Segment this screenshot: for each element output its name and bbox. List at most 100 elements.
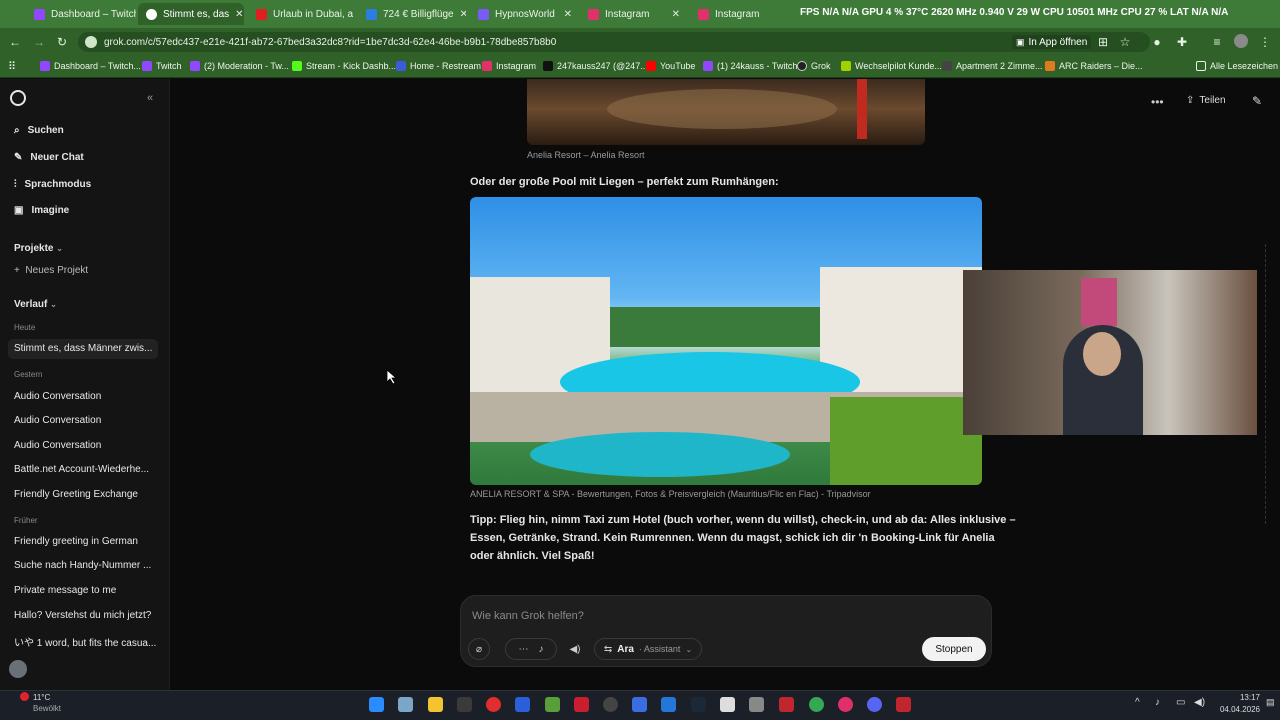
resort-image-top[interactable] bbox=[527, 79, 925, 145]
tab-urlaub-dubai[interactable]: Urlaub in Dubai, a✕ bbox=[248, 3, 356, 25]
forward-icon[interactable]: → bbox=[32, 35, 46, 49]
bookmark-star-icon[interactable]: ☆ bbox=[1118, 35, 1132, 49]
chrome-icon[interactable] bbox=[809, 697, 824, 712]
history-chat-item[interactable]: Hallo? Verstehst du mich jetzt? bbox=[14, 610, 151, 621]
bookmark-item[interactable]: Instagram bbox=[482, 61, 536, 71]
all-bookmarks-folder[interactable]: Alle Lesezeichen bbox=[1196, 61, 1278, 71]
sidebar-search[interactable]: ⌕ Suchen bbox=[14, 125, 64, 136]
menu-dots-icon[interactable]: ⋮ bbox=[1258, 35, 1272, 49]
close-tab-icon[interactable]: ✕ bbox=[460, 9, 466, 20]
bookmark-item[interactable]: Grok bbox=[797, 61, 831, 71]
obs-icon[interactable] bbox=[603, 697, 618, 712]
sidebar-imagine[interactable]: ▣ Imagine bbox=[14, 205, 69, 216]
translate-icon[interactable]: ⊞ bbox=[1096, 35, 1110, 49]
close-tab-icon[interactable]: ✕ bbox=[564, 9, 572, 20]
app-gray-icon[interactable] bbox=[749, 697, 764, 712]
tab-instagram-1[interactable]: Instagram ✕ bbox=[580, 3, 688, 25]
app-red2-icon[interactable] bbox=[574, 697, 589, 712]
collapse-sidebar-icon[interactable]: « bbox=[147, 92, 153, 104]
tab-instagram-2[interactable]: Instagram bbox=[690, 3, 798, 25]
grok-logo-icon[interactable] bbox=[10, 90, 26, 106]
history-chat-item[interactable]: Friendly Greeting Exchange bbox=[14, 489, 138, 500]
speaker-button[interactable]: ◀) bbox=[564, 638, 586, 660]
projects-header[interactable]: Projekte ⌄ bbox=[14, 243, 63, 254]
voice-input-button[interactable]: ⋯ ♪ bbox=[505, 638, 557, 660]
bookmark-item[interactable]: Home - Restream bbox=[396, 61, 481, 71]
tray-display-icon[interactable]: ▭ bbox=[1176, 697, 1185, 708]
history-chat-item[interactable]: Suche nach Handy-Nummer ... bbox=[14, 560, 151, 571]
bookmark-item[interactable]: YouTube bbox=[646, 61, 695, 71]
new-chat-icon[interactable]: ✎ bbox=[1252, 94, 1262, 108]
bookmark-item[interactable]: Apartment 2 Zimme... bbox=[942, 61, 1043, 71]
reading-list-icon[interactable]: ≡ bbox=[1210, 35, 1224, 49]
app-icon[interactable] bbox=[457, 697, 472, 712]
tab-grok-active[interactable]: Stimmt es, das ✕ bbox=[138, 3, 244, 25]
pool-image[interactable] bbox=[470, 197, 982, 485]
more-options-icon[interactable]: ••• bbox=[1151, 95, 1164, 109]
bookmark-item[interactable]: 247kauss247 (@247... bbox=[543, 61, 648, 71]
weather-desc[interactable]: Bewölkt bbox=[33, 704, 61, 713]
history-chat-item[interactable]: Audio Conversation bbox=[14, 415, 101, 426]
bookmark-item[interactable]: (1) 24kauss - Twitch bbox=[703, 61, 797, 71]
voice-selector[interactable]: ⇆ Ara · Assistant ⌄ bbox=[594, 638, 702, 660]
file-explorer-icon[interactable] bbox=[428, 697, 443, 712]
opera-icon[interactable] bbox=[838, 697, 853, 712]
stop-button[interactable]: Stoppen bbox=[922, 637, 986, 661]
weather-temp[interactable]: 11°C bbox=[33, 693, 50, 702]
app-v-icon[interactable] bbox=[515, 697, 530, 712]
history-chat-item[interactable]: Audio Conversation bbox=[14, 440, 101, 451]
history-chat-item[interactable]: Audio Conversation bbox=[14, 391, 101, 402]
battlenet-icon[interactable] bbox=[661, 697, 676, 712]
history-header[interactable]: Verlauf ⌄ bbox=[14, 299, 57, 310]
tray-chevron-icon[interactable]: ^ bbox=[1135, 697, 1140, 708]
bookmark-item[interactable]: Stream - Kick Dashb... bbox=[292, 61, 396, 71]
app-voice2-icon[interactable] bbox=[896, 697, 911, 712]
app-voice-icon[interactable] bbox=[779, 697, 794, 712]
bookmark-item[interactable]: (2) Moderation - Tw... bbox=[190, 61, 289, 71]
back-icon[interactable]: ← bbox=[8, 35, 22, 49]
sidebar-new-chat[interactable]: ✎ Neuer Chat bbox=[14, 152, 84, 163]
epic-icon[interactable] bbox=[720, 697, 735, 712]
tab-dashboard-twitch[interactable]: Dashboard – Twitch✕ bbox=[26, 3, 136, 25]
bookmark-item[interactable]: Wechselpilot Kunde... bbox=[841, 61, 942, 71]
discord-icon[interactable] bbox=[867, 697, 882, 712]
windows-start-icon[interactable] bbox=[369, 697, 384, 712]
attach-button[interactable]: ⌀ bbox=[468, 638, 490, 660]
sidebar-voice-mode[interactable]: ⫶ Sprachmodus bbox=[14, 179, 91, 190]
notifications-icon[interactable]: ▤ bbox=[1266, 697, 1275, 708]
history-chat-item[interactable]: Battle.net Account-Wiederhe... bbox=[14, 464, 149, 475]
close-tab-icon[interactable]: ✕ bbox=[672, 9, 680, 20]
puzzle-icon[interactable]: ✚ bbox=[1175, 35, 1189, 49]
new-project-button[interactable]: + Neues Projekt bbox=[14, 265, 88, 276]
tab-billigfluege[interactable]: 724 € Billigflüge ✕ bbox=[358, 3, 466, 25]
profile-avatar[interactable] bbox=[1234, 34, 1248, 48]
apps-grid-icon[interactable]: ⠿ bbox=[8, 60, 16, 73]
close-tab-icon[interactable]: ✕ bbox=[235, 9, 243, 20]
tab-hypnosworld[interactable]: HypnosWorld ✕ bbox=[470, 3, 580, 25]
clock-time[interactable]: 13:17 bbox=[1230, 693, 1260, 702]
tray-mic-icon[interactable]: ♪ bbox=[1155, 697, 1160, 708]
history-chat-item[interactable]: Friendly greeting in German bbox=[14, 536, 138, 547]
history-chat-item[interactable]: いや 1 word, but fits the casua... bbox=[14, 634, 156, 649]
calculator-icon[interactable] bbox=[398, 697, 413, 712]
bookmark-item[interactable]: ARC Raiders – Die... bbox=[1045, 61, 1143, 71]
history-chat-item[interactable]: Private message to me bbox=[14, 585, 116, 596]
user-avatar[interactable] bbox=[9, 660, 27, 678]
bookmark-item[interactable]: Twitch bbox=[142, 61, 182, 71]
address-bar[interactable]: grok.com/c/57edc437-e21e-421f-ab72-67bed… bbox=[78, 32, 1150, 52]
history-chat-item[interactable]: Stimmt es, dass Männer zwis... bbox=[14, 343, 152, 354]
prompt-input[interactable]: Wie kann Grok helfen? bbox=[472, 610, 584, 622]
app-blue-icon[interactable] bbox=[632, 697, 647, 712]
bookmark-item[interactable]: Dashboard – Twitch... bbox=[40, 61, 141, 71]
reload-icon[interactable]: ↻ bbox=[55, 35, 69, 49]
site-info-icon[interactable] bbox=[85, 36, 97, 48]
open-in-app-button[interactable]: ▣ In App öffnen bbox=[1012, 35, 1092, 49]
tray-volume-icon[interactable]: ◀) bbox=[1194, 697, 1205, 708]
steam-icon[interactable] bbox=[691, 697, 706, 712]
clock-date[interactable]: 04.04.2026 bbox=[1206, 705, 1260, 714]
share-button[interactable]: ⇪ Teilen bbox=[1186, 95, 1226, 106]
extension-icon[interactable]: ● bbox=[1150, 35, 1164, 49]
app-green-icon[interactable] bbox=[545, 697, 560, 712]
app-red-icon[interactable] bbox=[486, 697, 501, 712]
scrollbar-track[interactable] bbox=[1258, 244, 1266, 524]
